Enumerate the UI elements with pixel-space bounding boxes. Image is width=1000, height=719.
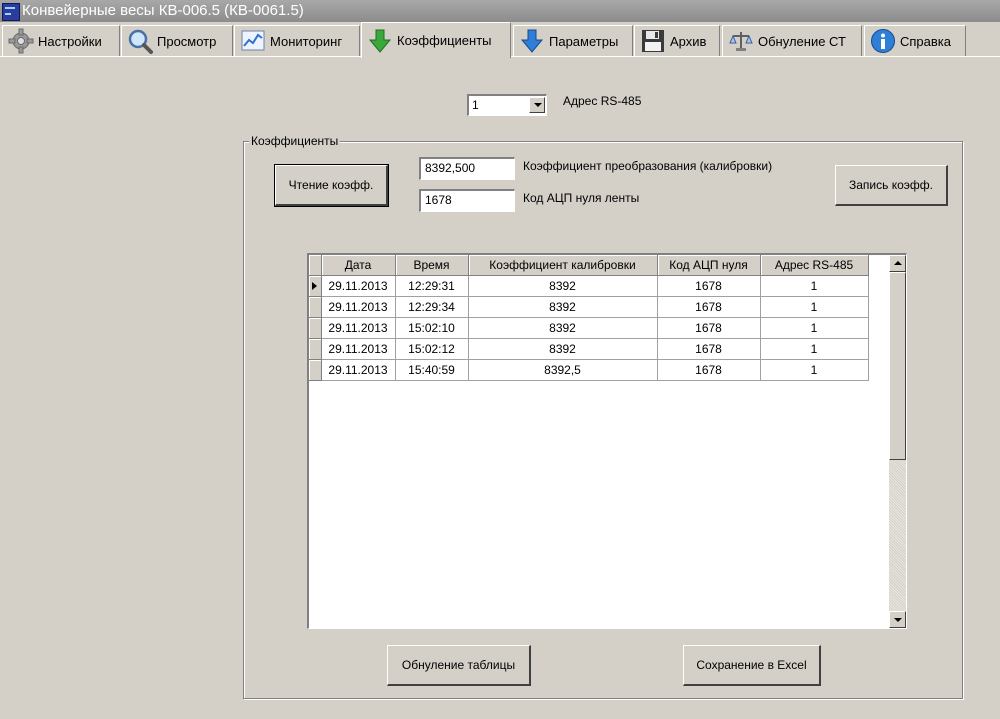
header-indicator [309, 255, 322, 276]
scroll-up-icon[interactable] [889, 255, 906, 272]
table-cell: 29.11.2013 [321, 296, 396, 318]
row-indicator [309, 275, 322, 297]
row-indicator [309, 338, 322, 360]
row-indicator [309, 359, 322, 381]
tab-view[interactable]: Просмотр [121, 25, 233, 56]
clear-table-button[interactable]: Обнуление таблицы [387, 645, 531, 686]
coefficients-table[interactable]: Дата Время Коэффициент калибровки Код АЦ… [307, 253, 907, 629]
save-excel-button[interactable]: Сохранение в Excel [683, 645, 821, 686]
tab-parameters[interactable]: Параметры [513, 25, 633, 56]
tab-archive[interactable]: Архив [634, 25, 720, 56]
table-cell: 15:02:10 [395, 317, 469, 339]
arrow-down-blue-icon [519, 28, 545, 54]
scale-reset-icon [728, 28, 754, 54]
table-cell: 1678 [657, 359, 761, 381]
zero-code-label: Код АЦП нуля ленты [523, 191, 640, 205]
group-title: Коэффициенты [249, 134, 341, 148]
table-row[interactable]: 29.11.2013 15:40:59 8392,5 1678 1 [309, 359, 869, 381]
column-header[interactable]: Дата [321, 255, 396, 276]
table-cell: 8392,5 [468, 359, 658, 381]
table-cell: 29.11.2013 [321, 275, 396, 297]
calibration-label: Коэффициент преобразования (калибровки) [523, 159, 773, 173]
column-header[interactable]: Время [395, 255, 469, 276]
table-header-row: Дата Время Коэффициент калибровки Код АЦ… [309, 255, 869, 276]
scroll-thumb[interactable] [889, 272, 906, 460]
gear-icon [8, 28, 34, 54]
tab-label: Справка [900, 33, 951, 49]
table-cell: 1678 [657, 296, 761, 318]
table-row[interactable]: 29.11.2013 12:29:31 8392 1678 1 [309, 275, 869, 297]
row-pointer-icon [312, 282, 317, 290]
column-header[interactable]: Код АЦП нуля [657, 255, 761, 276]
title-bar: Конвейерные весы КВ-006.5 (КВ-0061.5) [0, 0, 1000, 22]
table-row[interactable]: 29.11.2013 15:02:12 8392 1678 1 [309, 338, 869, 360]
table-row[interactable]: 29.11.2013 15:02:10 8392 1678 1 [309, 317, 869, 339]
table-cell: 29.11.2013 [321, 317, 396, 339]
table-cell: 1 [760, 296, 869, 318]
tab-strip: Настройки Просмотр Мониторинг Коэффициен… [0, 22, 1000, 58]
table-cell: 29.11.2013 [321, 338, 396, 360]
read-coefficients-button[interactable]: Чтение коэфф. [274, 164, 389, 207]
table-cell: 8392 [468, 275, 658, 297]
floppy-disk-icon [640, 28, 666, 54]
tab-label: Архив [670, 33, 707, 49]
write-coefficients-button[interactable]: Запись коэфф. [835, 165, 948, 206]
chevron-down-icon[interactable] [529, 97, 545, 113]
row-indicator [309, 296, 322, 318]
table-cell: 1 [760, 317, 869, 339]
table-cell: 8392 [468, 296, 658, 318]
table-cell: 15:02:12 [395, 338, 469, 360]
tab-label: Настройки [38, 33, 102, 49]
table-cell: 12:29:31 [395, 275, 469, 297]
table: Дата Время Коэффициент калибровки Код АЦ… [309, 255, 869, 381]
table-cell: 1678 [657, 338, 761, 360]
table-cell: 1 [760, 338, 869, 360]
window-title: Конвейерные весы КВ-006.5 (КВ-0061.5) [22, 2, 304, 19]
scroll-down-icon[interactable] [889, 611, 906, 628]
tab-coefficients[interactable]: Коэффициенты [361, 22, 511, 58]
info-icon [870, 28, 896, 54]
table-cell: 1678 [657, 317, 761, 339]
table-row[interactable]: 29.11.2013 12:29:34 8392 1678 1 [309, 296, 869, 318]
tab-label: Параметры [549, 33, 619, 49]
column-header[interactable]: Адрес RS-485 [760, 255, 869, 276]
vertical-scrollbar[interactable] [889, 255, 906, 628]
table-cell: 1 [760, 359, 869, 381]
table-cell: 1 [760, 275, 869, 297]
tab-help[interactable]: Справка [864, 25, 966, 56]
table-cell: 1678 [657, 275, 761, 297]
address-value: 1 [472, 98, 479, 112]
table-cell: 29.11.2013 [321, 359, 396, 381]
calibration-field[interactable]: 8392,500 [419, 157, 515, 180]
arrow-down-green-icon [367, 28, 393, 54]
address-select[interactable]: 1 [467, 94, 547, 116]
tab-label: Просмотр [157, 33, 217, 49]
tab-label: Обнуление СТ [758, 33, 846, 49]
address-label: Адрес RS-485 [563, 94, 642, 108]
app-icon [2, 3, 20, 21]
table-cell: 12:29:34 [395, 296, 469, 318]
tab-label: Коэффициенты [397, 33, 492, 48]
table-cell: 8392 [468, 317, 658, 339]
table-cell: 15:40:59 [395, 359, 469, 381]
magnifier-icon [127, 28, 153, 54]
zero-code-field[interactable]: 1678 [419, 189, 515, 212]
column-header[interactable]: Коэффициент калибровки [468, 255, 658, 276]
chart-icon [240, 28, 266, 54]
tab-label: Мониторинг [270, 33, 343, 49]
tab-monitoring[interactable]: Мониторинг [234, 25, 360, 56]
row-indicator [309, 317, 322, 339]
tab-settings[interactable]: Настройки [2, 25, 120, 56]
tab-zero-reset[interactable]: Обнуление СТ [722, 25, 862, 56]
table-cell: 8392 [468, 338, 658, 360]
